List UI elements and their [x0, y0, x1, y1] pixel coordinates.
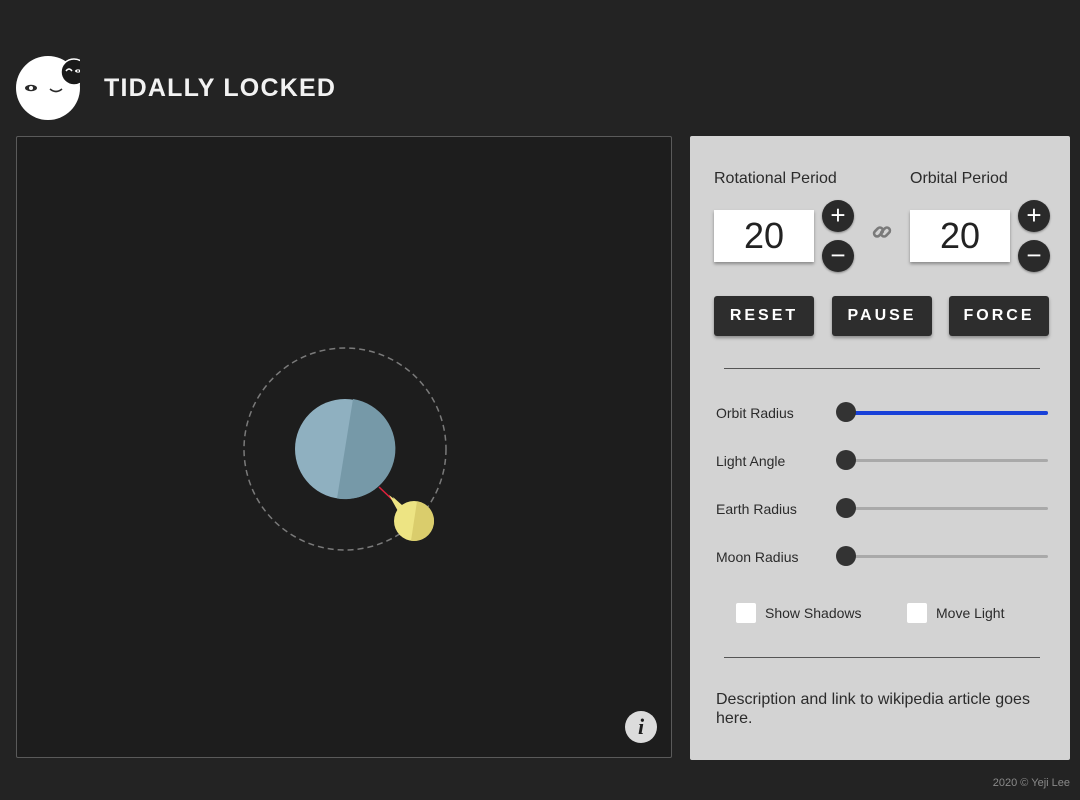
divider-top: [724, 368, 1040, 369]
earth-radius-label: Earth Radius: [716, 501, 797, 517]
orbit-visualization: [243, 347, 447, 551]
rotational-period-label: Rotational Period: [714, 170, 837, 187]
footer-copyright: 2020 © Yeji Lee: [992, 777, 1070, 789]
moon-radius-slider[interactable]: [836, 546, 1048, 566]
orbital-period-value[interactable]: 20: [910, 210, 1010, 262]
moon-radius-label: Moon Radius: [716, 549, 799, 565]
earth-radius-slider-thumb[interactable]: [836, 498, 856, 518]
orbital-period-decrement-button[interactable]: −: [1018, 240, 1050, 272]
light-angle-label: Light Angle: [716, 453, 786, 469]
earth-planet: [295, 399, 396, 500]
show-shadows-label: Show Shadows: [765, 605, 862, 621]
reset-button[interactable]: RESET: [714, 296, 814, 336]
app-title: TIDALLY LOCKED: [104, 74, 337, 102]
info-button[interactable]: i: [625, 711, 657, 743]
chain-link-icon[interactable]: [872, 222, 892, 242]
moon-radius-slider-thumb[interactable]: [836, 546, 856, 566]
orbit-radius-slider-thumb[interactable]: [836, 402, 856, 422]
rotational-period-increment-button[interactable]: +: [822, 200, 854, 232]
divider-bottom: [724, 657, 1040, 658]
orbit-radius-slider-fill: [846, 410, 1048, 415]
force-button[interactable]: FORCE: [949, 296, 1049, 336]
moon: [389, 495, 435, 542]
light-angle-slider[interactable]: [836, 450, 1048, 470]
orbital-period-label: Orbital Period: [910, 170, 1008, 187]
rotational-period-decrement-button[interactable]: −: [822, 240, 854, 272]
winking-moon-logo-icon: [16, 56, 80, 120]
move-light-checkbox[interactable]: [907, 603, 927, 623]
orbital-period-increment-button[interactable]: +: [1018, 200, 1050, 232]
light-angle-slider-thumb[interactable]: [836, 450, 856, 470]
orbit-radius-label: Orbit Radius: [716, 405, 794, 421]
orbit-radius-slider[interactable]: [836, 402, 1048, 422]
move-light-label: Move Light: [936, 605, 1005, 621]
app-root: TIDALLY LOCKED i Rotational Period 20 + …: [0, 0, 1080, 800]
simulation-canvas[interactable]: i: [16, 136, 672, 758]
rotational-period-value[interactable]: 20: [714, 210, 814, 262]
earth-radius-slider[interactable]: [836, 498, 1048, 518]
show-shadows-checkbox[interactable]: [736, 603, 756, 623]
control-panel: Rotational Period 20 + − Orbital Period …: [690, 136, 1070, 760]
pause-button[interactable]: PAUSE: [832, 296, 932, 336]
description-text: Description and link to wikipedia articl…: [716, 691, 1030, 727]
